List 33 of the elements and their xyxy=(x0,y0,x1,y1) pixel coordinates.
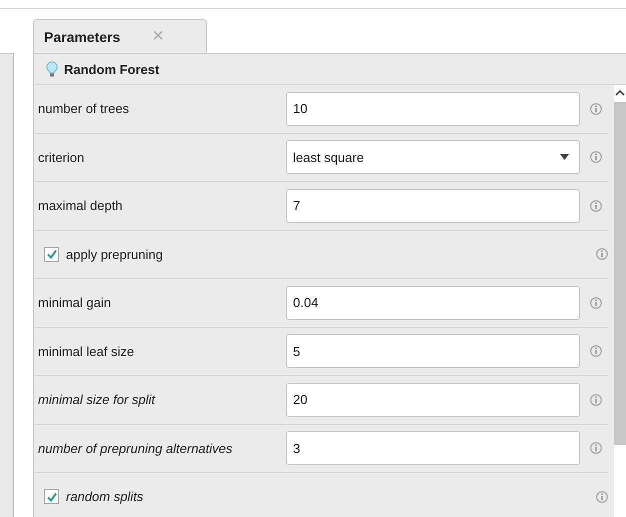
lightbulb-icon xyxy=(46,60,58,78)
info-icon[interactable] xyxy=(590,151,602,164)
parameter-label: number of prepruning alternatives xyxy=(38,440,234,456)
parameter-label: minimal gain xyxy=(38,295,112,310)
operator-name: Random Forest xyxy=(64,62,160,76)
parameter-label: apply prepruning xyxy=(66,246,164,262)
parameters-tab[interactable]: Parameters × xyxy=(33,19,207,53)
input-field[interactable]: 20 xyxy=(286,382,580,417)
parameter-label: minimal size for split xyxy=(38,392,156,408)
info-icon[interactable] xyxy=(590,102,602,115)
input-field[interactable]: 5 xyxy=(286,334,580,368)
scrollbar[interactable] xyxy=(614,85,626,517)
checkbox[interactable] xyxy=(44,246,59,262)
parameter-label: number of trees xyxy=(38,101,130,116)
scroll-up-icon[interactable] xyxy=(615,89,625,96)
info-icon[interactable] xyxy=(590,200,602,212)
info-icon[interactable] xyxy=(590,442,602,454)
parameter-label: minimal leaf size xyxy=(38,344,136,359)
parameter-label: criterion xyxy=(38,150,86,165)
caret-icon xyxy=(560,154,569,160)
input-field[interactable]: 0.04 xyxy=(286,286,580,320)
info-icon[interactable] xyxy=(590,345,602,358)
info-icon[interactable] xyxy=(596,248,608,260)
checkbox[interactable] xyxy=(44,489,59,504)
dropdown[interactable]: least square xyxy=(286,140,580,174)
info-icon[interactable] xyxy=(596,490,608,503)
input-field[interactable]: 10 xyxy=(286,92,580,126)
input-field[interactable]: 3 xyxy=(286,431,580,466)
input-field[interactable]: 7 xyxy=(286,188,580,223)
parameter-label: maximal depth xyxy=(38,198,124,214)
info-icon[interactable] xyxy=(590,296,602,309)
info-icon[interactable] xyxy=(590,394,602,406)
parameter-label: random splits xyxy=(66,489,144,504)
